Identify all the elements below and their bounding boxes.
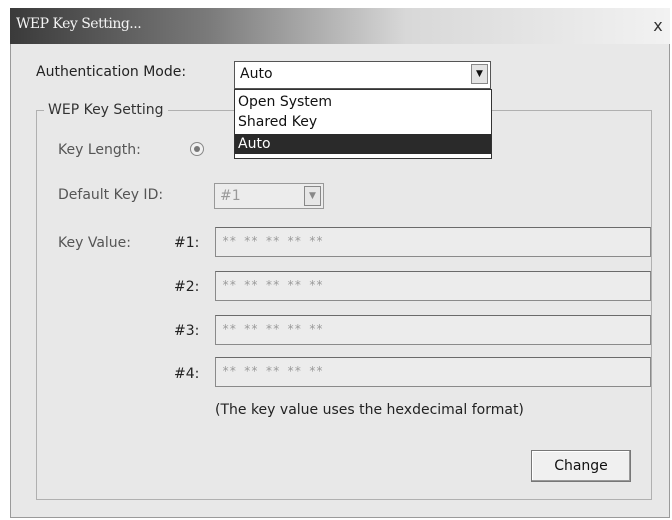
key-3-label: #3: xyxy=(174,323,200,339)
hex-format-hint: (The key value uses the hexdecimal forma… xyxy=(215,402,524,418)
authentication-mode-label: Authentication Mode: xyxy=(36,64,187,80)
option-open-system[interactable]: Open System xyxy=(235,92,491,112)
chevron-down-icon[interactable]: ▼ xyxy=(471,64,488,84)
option-shared-key[interactable]: Shared Key xyxy=(235,112,491,132)
key-4-label: #4: xyxy=(174,366,200,382)
group-legend: WEP Key Setting xyxy=(44,102,168,118)
key-value-label: Key Value: xyxy=(58,235,131,251)
window-title: WEP Key Setting... xyxy=(16,16,142,32)
change-button[interactable]: Change xyxy=(531,450,631,482)
authentication-mode-value: Auto xyxy=(240,66,273,82)
key-length-label: Key Length: xyxy=(58,142,141,158)
title-bar[interactable]: WEP Key Setting... x xyxy=(10,8,670,44)
chevron-down-icon[interactable]: ▼ xyxy=(304,186,321,206)
key-2-label: #2: xyxy=(174,279,200,295)
default-key-id-label: Default Key ID: xyxy=(58,187,164,203)
key-2-value: ** ** ** ** ** xyxy=(222,278,324,292)
default-key-id-value: #1 xyxy=(220,188,241,204)
close-icon[interactable]: x xyxy=(648,16,668,36)
wep-key-setting-group xyxy=(36,110,652,500)
key-3-value: ** ** ** ** ** xyxy=(222,322,324,336)
default-key-id-select[interactable]: #1 ▼ xyxy=(214,183,324,209)
key-value-field-4[interactable]: ** ** ** ** ** xyxy=(215,357,651,387)
key-1-label: #1: xyxy=(174,235,200,251)
key-length-radio[interactable] xyxy=(190,142,204,156)
key-4-value: ** ** ** ** ** xyxy=(222,364,324,378)
authentication-mode-dropdown: Open System Shared Key Auto xyxy=(234,89,492,159)
key-value-field-2[interactable]: ** ** ** ** ** xyxy=(215,271,651,301)
key-value-field-1[interactable]: ** ** ** ** ** xyxy=(215,227,651,257)
authentication-mode-select[interactable]: Auto ▼ xyxy=(234,61,491,89)
key-1-value: ** ** ** ** ** xyxy=(222,234,324,248)
key-value-field-3[interactable]: ** ** ** ** ** xyxy=(215,315,651,345)
option-auto[interactable]: Auto xyxy=(235,134,491,154)
